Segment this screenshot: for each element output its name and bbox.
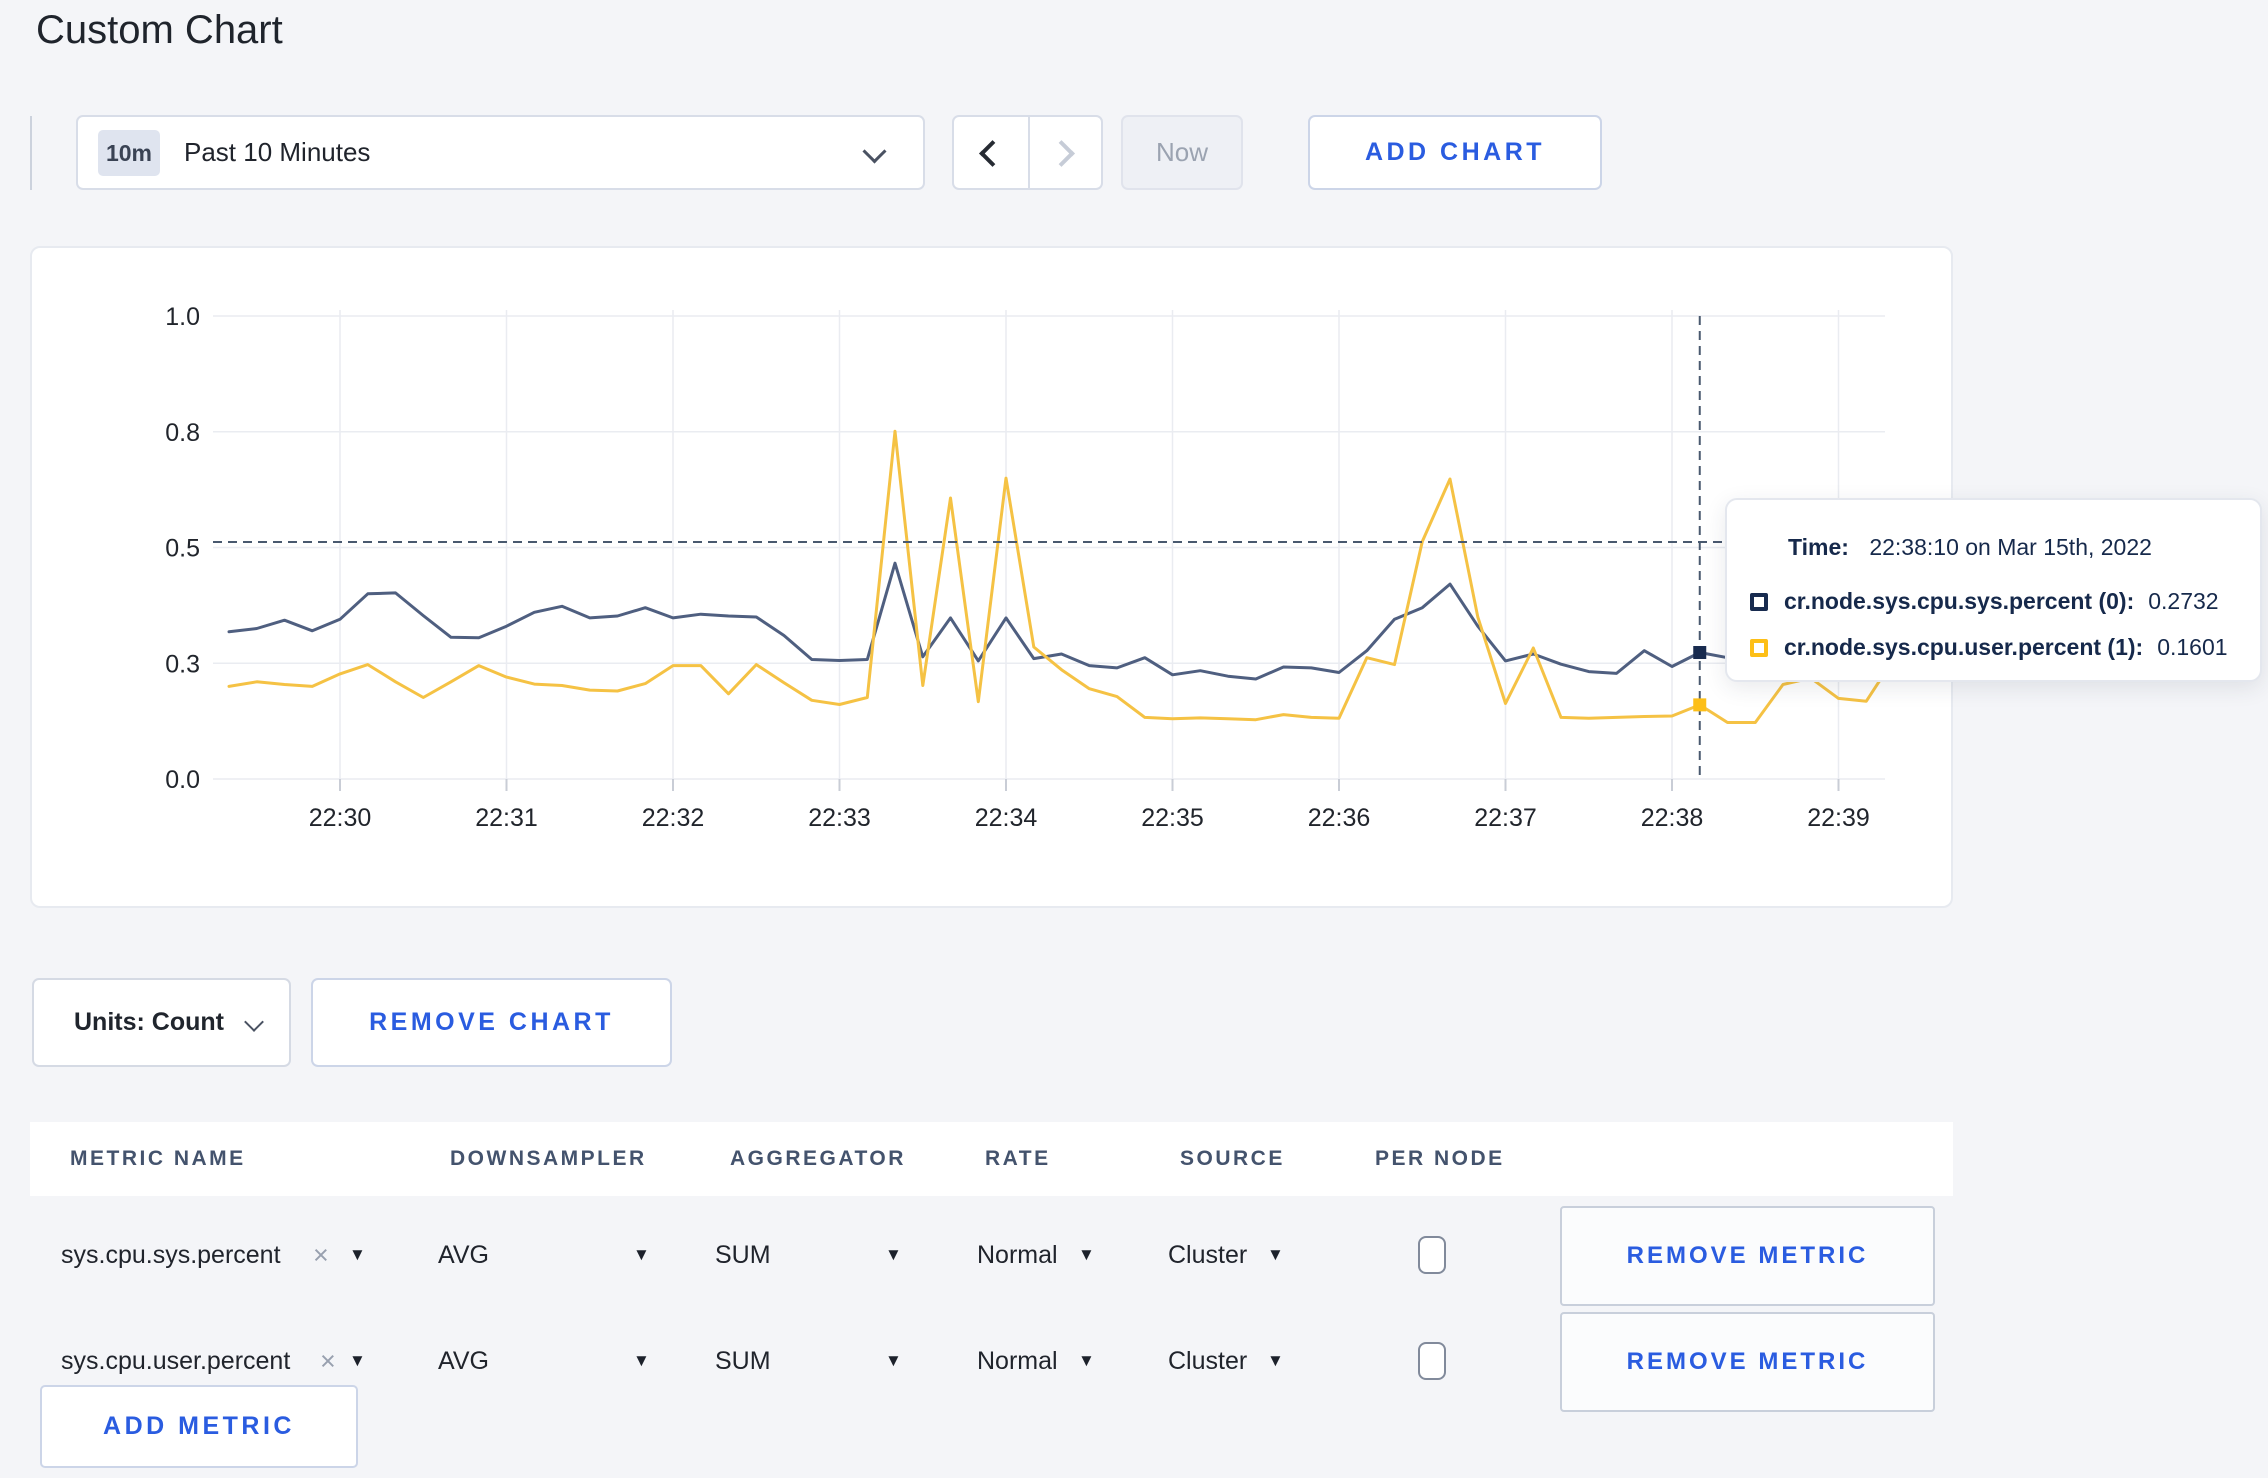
caret-down-icon[interactable]: ▼: [1267, 1306, 1284, 1416]
aggregator-select[interactable]: SUM: [715, 1200, 771, 1310]
rate-select[interactable]: Normal: [977, 1306, 1058, 1416]
metric-row: sys.cpu.sys.percent × ▼ AVG ▼ SUM ▼ Norm…: [30, 1200, 1953, 1310]
caret-down-icon[interactable]: ▼: [633, 1306, 650, 1416]
series-swatch-icon: [1750, 639, 1768, 657]
svg-text:22:34: 22:34: [975, 804, 1038, 832]
caret-down-icon[interactable]: ▼: [885, 1306, 902, 1416]
svg-text:0.3: 0.3: [165, 650, 200, 678]
units-label: Units: Count: [74, 1008, 224, 1036]
caret-down-icon[interactable]: ▼: [885, 1200, 902, 1310]
chevron-left-icon: [979, 140, 1006, 167]
per-node-checkbox[interactable]: [1418, 1236, 1446, 1274]
col-header-source: SOURCE: [1180, 1147, 1285, 1170]
metric-name-select[interactable]: sys.cpu.sys.percent: [61, 1200, 281, 1310]
aggregator-select[interactable]: SUM: [715, 1306, 771, 1416]
svg-text:0.8: 0.8: [165, 419, 200, 447]
remove-metric-button[interactable]: REMOVE METRIC: [1560, 1312, 1935, 1412]
tooltip-series-label: cr.node.sys.cpu.user.percent (1):: [1784, 634, 2144, 660]
page-title: Custom Chart: [36, 8, 283, 52]
rate-select[interactable]: Normal: [977, 1200, 1058, 1310]
toolbar-divider: [30, 116, 32, 190]
col-header-metric-name: METRIC NAME: [70, 1147, 246, 1170]
time-range-badge: 10m: [98, 130, 160, 176]
downsampler-select[interactable]: AVG: [438, 1200, 489, 1310]
units-dropdown[interactable]: Units: Count: [32, 978, 291, 1067]
svg-text:22:33: 22:33: [808, 804, 871, 832]
tooltip-series-label: cr.node.sys.cpu.sys.percent (0):: [1784, 588, 2135, 614]
svg-text:22:39: 22:39: [1807, 804, 1870, 832]
col-header-aggregator: AGGREGATOR: [730, 1147, 906, 1170]
time-nav-arrows: [952, 115, 1103, 190]
remove-chart-button[interactable]: REMOVE CHART: [311, 978, 672, 1067]
caret-down-icon[interactable]: ▼: [633, 1200, 650, 1310]
caret-down-icon[interactable]: ▼: [1078, 1306, 1095, 1416]
svg-text:22:30: 22:30: [309, 804, 372, 832]
svg-text:22:31: 22:31: [475, 804, 538, 832]
time-range-label: Past 10 Minutes: [184, 137, 371, 167]
chevron-right-icon: [1048, 140, 1075, 167]
tooltip-series-value: 0.2732: [2148, 588, 2219, 614]
svg-text:22:37: 22:37: [1474, 804, 1537, 832]
custom-chart-plot[interactable]: 0.0 0.3 0.5 0.8 1.0 22:30 22:31 22:32 22:33 22:34…: [30, 246, 1953, 908]
remove-metric-button[interactable]: REMOVE METRIC: [1560, 1206, 1935, 1306]
now-button[interactable]: Now: [1121, 115, 1243, 190]
svg-text:0.0: 0.0: [165, 766, 200, 794]
col-header-downsampler: DOWNSAMPLER: [450, 1147, 647, 1170]
caret-down-icon[interactable]: ▼: [1078, 1200, 1095, 1310]
svg-text:22:38: 22:38: [1641, 804, 1704, 832]
time-range-selector[interactable]: 10m Past 10 Minutes: [76, 115, 925, 190]
source-select[interactable]: Cluster: [1168, 1200, 1247, 1310]
svg-text:0.5: 0.5: [165, 535, 200, 563]
tooltip-series-row: cr.node.sys.cpu.user.percent (1): 0.1601: [1750, 632, 2228, 662]
svg-text:1.0: 1.0: [165, 303, 200, 331]
tooltip-time-row: Time: 22:38:10 on Mar 15th, 2022: [1788, 532, 2152, 562]
chart-tooltip: Time: 22:38:10 on Mar 15th, 2022 cr.node…: [1725, 498, 2262, 682]
svg-text:22:32: 22:32: [642, 804, 705, 832]
source-select[interactable]: Cluster: [1168, 1306, 1247, 1416]
add-metric-button[interactable]: ADD METRIC: [40, 1385, 358, 1468]
tooltip-time-label: Time:: [1788, 534, 1849, 560]
chevron-down-icon: [862, 139, 887, 164]
series-swatch-icon: [1750, 593, 1768, 611]
next-range-button[interactable]: [1030, 117, 1104, 188]
prev-range-button[interactable]: [954, 117, 1030, 188]
downsampler-select[interactable]: AVG: [438, 1306, 489, 1416]
chevron-down-icon: [244, 1012, 264, 1032]
caret-down-icon[interactable]: ▼: [349, 1200, 366, 1310]
col-header-rate: RATE: [985, 1147, 1051, 1170]
metrics-table-header: METRIC NAME DOWNSAMPLER AGGREGATOR RATE …: [30, 1122, 1953, 1196]
svg-text:22:36: 22:36: [1308, 804, 1371, 832]
svg-text:22:35: 22:35: [1141, 804, 1204, 832]
tooltip-series-row: cr.node.sys.cpu.sys.percent (0): 0.2732: [1750, 586, 2219, 616]
add-chart-button[interactable]: ADD CHART: [1308, 115, 1602, 190]
tooltip-series-value: 0.1601: [2157, 634, 2228, 660]
per-node-checkbox[interactable]: [1418, 1342, 1446, 1380]
clear-metric-icon[interactable]: ×: [313, 1200, 329, 1310]
col-header-per-node: PER NODE: [1375, 1147, 1505, 1170]
tooltip-time-value: 22:38:10 on Mar 15th, 2022: [1869, 534, 2152, 560]
caret-down-icon[interactable]: ▼: [1267, 1200, 1284, 1310]
